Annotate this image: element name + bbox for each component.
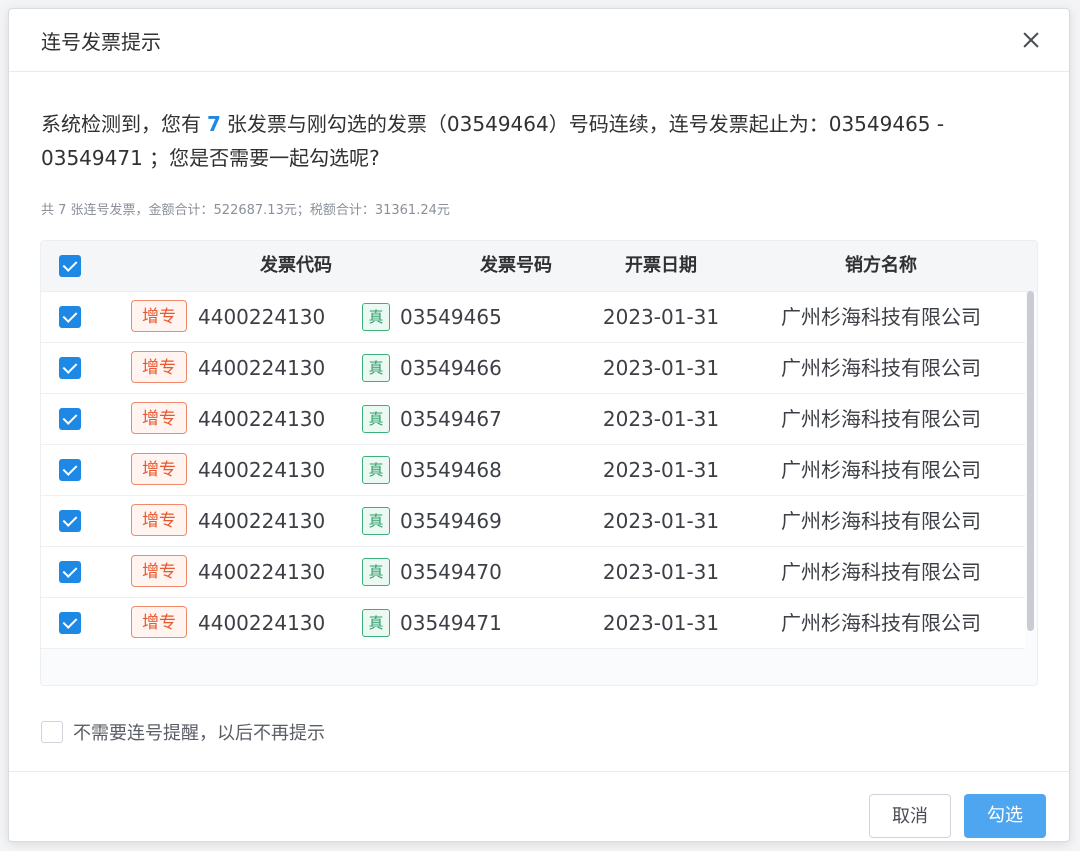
seller-name: 广州杉海科技有限公司 bbox=[781, 356, 981, 380]
table-scrollbar[interactable] bbox=[1027, 291, 1034, 631]
verified-tag: 真 bbox=[362, 456, 390, 484]
table-row[interactable]: 增专 4400224130 真 03549470 2023-01-31 广州杉海… bbox=[41, 547, 1025, 598]
vat-special-tag: 增专 bbox=[131, 300, 187, 332]
invoice-number: 03549465 bbox=[400, 305, 502, 329]
vat-special-tag: 增专 bbox=[131, 504, 187, 536]
table-row[interactable]: 增专 4400224130 真 03549465 2023-01-31 广州杉海… bbox=[41, 292, 1025, 343]
table-row[interactable]: 增专 4400224130 真 03549466 2023-01-31 广州杉海… bbox=[41, 343, 1025, 394]
no-remind-label: 不需要连号提醒，以后不再提示 bbox=[73, 723, 325, 744]
table-header: 发票代码 发票号码 开票日期 销方名称 bbox=[41, 241, 1037, 292]
dialog-footer: 取消 勾选 bbox=[9, 771, 1069, 842]
verified-tag: 真 bbox=[362, 609, 390, 637]
row-checkbox[interactable] bbox=[59, 459, 81, 481]
table-row[interactable]: 增专 4400224130 真 03549471 2023-01-31 广州杉海… bbox=[41, 598, 1025, 649]
invoice-code: 4400224130 bbox=[198, 611, 326, 635]
vat-special-tag: 增专 bbox=[131, 453, 187, 485]
header-number: 发票号码 bbox=[480, 255, 552, 276]
invoice-number: 03549470 bbox=[400, 560, 502, 584]
header-seller: 销方名称 bbox=[845, 255, 917, 276]
cancel-button[interactable]: 取消 bbox=[869, 794, 951, 838]
seller-name: 广州杉海科技有限公司 bbox=[781, 458, 981, 482]
invoice-date: 2023-01-31 bbox=[602, 407, 720, 431]
dialog-header: 连号发票提示 bbox=[9, 9, 1069, 72]
invoice-code: 4400224130 bbox=[198, 407, 326, 431]
seller-name: 广州杉海科技有限公司 bbox=[781, 509, 981, 533]
no-remind-checkbox[interactable] bbox=[41, 721, 63, 743]
verified-tag: 真 bbox=[362, 507, 390, 535]
table-row[interactable]: 增专 4400224130 真 03549468 2023-01-31 广州杉海… bbox=[41, 445, 1025, 496]
invoice-number: 03549471 bbox=[400, 611, 502, 635]
invoice-count: 7 bbox=[207, 112, 221, 136]
invoice-date: 2023-01-31 bbox=[602, 509, 720, 533]
verified-tag: 真 bbox=[362, 303, 390, 331]
verified-tag: 真 bbox=[362, 405, 390, 433]
row-checkbox[interactable] bbox=[59, 561, 81, 583]
row-checkbox[interactable] bbox=[59, 612, 81, 634]
select-button[interactable]: 勾选 bbox=[964, 794, 1046, 838]
row-checkbox[interactable] bbox=[59, 357, 81, 379]
invoice-date: 2023-01-31 bbox=[602, 458, 720, 482]
row-checkbox[interactable] bbox=[59, 510, 81, 532]
invoice-date: 2023-01-31 bbox=[602, 611, 720, 635]
invoice-date: 2023-01-31 bbox=[602, 356, 720, 380]
table-row[interactable]: 增专 4400224130 真 03549467 2023-01-31 广州杉海… bbox=[41, 394, 1025, 445]
invoice-code: 4400224130 bbox=[198, 305, 326, 329]
seller-name: 广州杉海科技有限公司 bbox=[781, 560, 981, 584]
invoice-date: 2023-01-31 bbox=[602, 305, 720, 329]
seller-name: 广州杉海科技有限公司 bbox=[781, 305, 981, 329]
header-code: 发票代码 bbox=[260, 255, 332, 276]
invoice-code: 4400224130 bbox=[198, 509, 326, 533]
header-date: 开票日期 bbox=[625, 255, 697, 276]
dialog-title: 连号发票提示 bbox=[41, 29, 161, 54]
message-prefix: 系统检测到，您有 bbox=[41, 112, 201, 136]
table-row[interactable]: 增专 4400224130 真 03549469 2023-01-31 广州杉海… bbox=[41, 496, 1025, 547]
summary-text: 共 7 张连号发票，金额合计：522687.13元；税额合计：31361.24元 bbox=[41, 203, 450, 218]
no-remind-option[interactable]: 不需要连号提醒，以后不再提示 bbox=[41, 719, 325, 745]
verified-tag: 真 bbox=[362, 558, 390, 586]
row-checkbox[interactable] bbox=[59, 408, 81, 430]
vat-special-tag: 增专 bbox=[131, 402, 187, 434]
invoice-code: 4400224130 bbox=[198, 560, 326, 584]
close-icon[interactable] bbox=[1017, 26, 1045, 54]
row-checkbox[interactable] bbox=[59, 306, 81, 328]
vat-special-tag: 增专 bbox=[131, 606, 187, 638]
vat-special-tag: 增专 bbox=[131, 351, 187, 383]
verified-tag: 真 bbox=[362, 354, 390, 382]
seller-name: 广州杉海科技有限公司 bbox=[781, 407, 981, 431]
invoice-code: 4400224130 bbox=[198, 356, 326, 380]
invoice-code: 4400224130 bbox=[198, 458, 326, 482]
invoice-number: 03549466 bbox=[400, 356, 502, 380]
invoice-number: 03549467 bbox=[400, 407, 502, 431]
invoice-date: 2023-01-31 bbox=[602, 560, 720, 584]
invoice-table: 发票代码 发票号码 开票日期 销方名称 增专 4400224130 真 0354… bbox=[40, 240, 1038, 686]
invoice-number: 03549469 bbox=[400, 509, 502, 533]
invoice-number: 03549468 bbox=[400, 458, 502, 482]
vat-special-tag: 增专 bbox=[131, 555, 187, 587]
dialog-message: 系统检测到，您有 7 张发票与刚勾选的发票（03549464）号码连续，连号发票起止… bbox=[41, 107, 1041, 175]
consecutive-invoice-dialog: 连号发票提示 系统检测到，您有 7 张发票与刚勾选的发票（03549464）号码连续… bbox=[8, 8, 1070, 842]
seller-name: 广州杉海科技有限公司 bbox=[781, 611, 981, 635]
select-all-checkbox[interactable] bbox=[59, 255, 81, 277]
